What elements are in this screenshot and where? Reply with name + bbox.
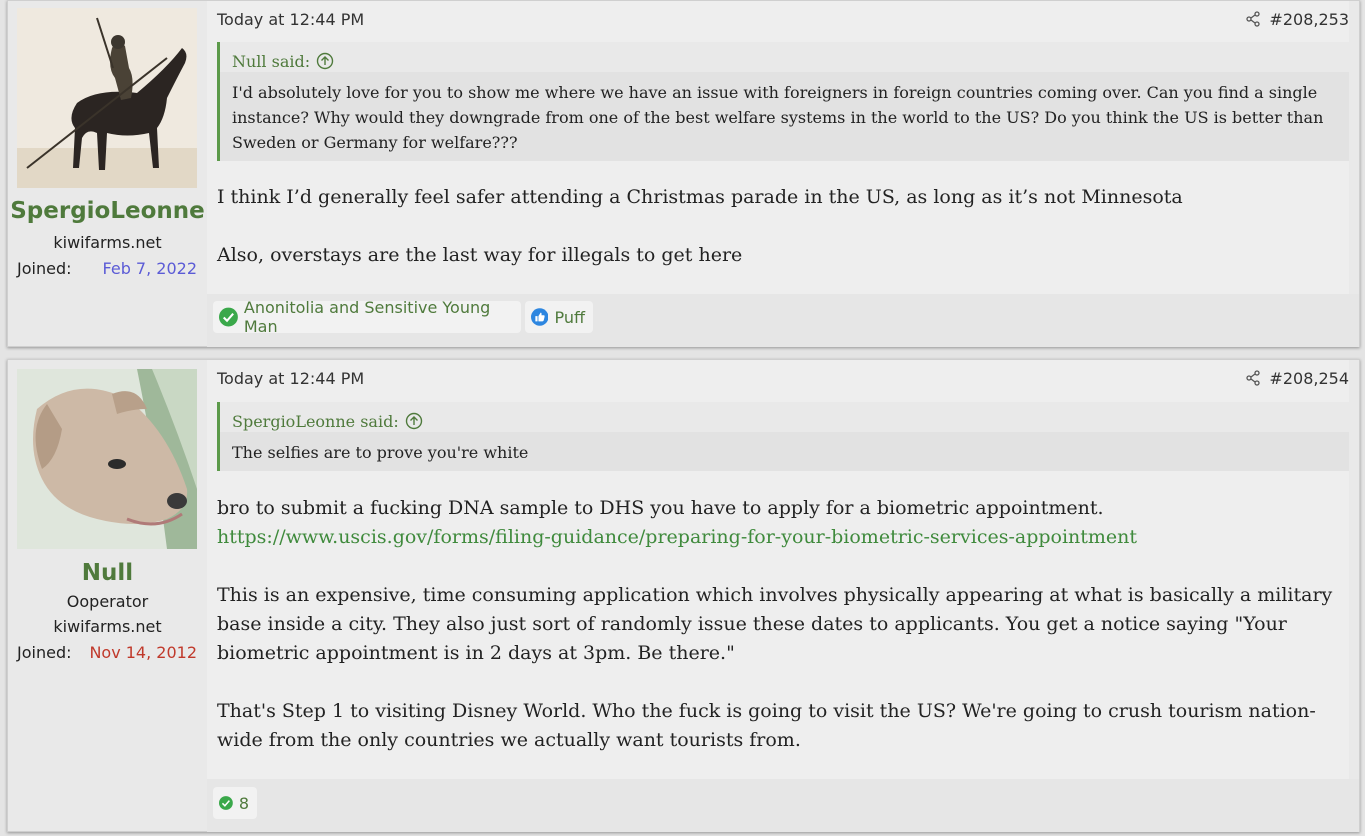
post-208253: SpergioLeonne kiwifarms.net Joined: Feb … bbox=[7, 0, 1360, 347]
post-body: bro to submit a fucking DNA sample to DH… bbox=[217, 494, 1339, 755]
quote-author[interactable]: SpergioLeonne said: bbox=[232, 412, 399, 431]
post-number[interactable]: #208,254 bbox=[1269, 369, 1349, 388]
user-title: Ooperator bbox=[66, 592, 149, 611]
share-icon[interactable] bbox=[1245, 370, 1261, 386]
joined-date: Feb 7, 2022 bbox=[102, 259, 197, 278]
uscis-link[interactable]: https://www.uscis.gov/forms/filing-guida… bbox=[217, 526, 1137, 548]
body-paragraph: That's Step 1 to visiting Disney World. … bbox=[217, 700, 1316, 751]
username[interactable]: Null bbox=[8, 560, 207, 586]
quote-text: I'd absolutely love for you to show me w… bbox=[220, 72, 1349, 161]
quote-header[interactable]: Null said: bbox=[220, 42, 1349, 72]
reaction-users[interactable]: Puff bbox=[554, 308, 585, 327]
quote-author[interactable]: Null said: bbox=[232, 52, 310, 71]
quote-block: Null said: I'd absolutely love for you t… bbox=[217, 42, 1349, 161]
reaction-bar: 8 bbox=[207, 779, 1359, 832]
quote-block: SpergioLeonne said: The selfies are to p… bbox=[217, 402, 1349, 471]
check-icon bbox=[219, 307, 238, 327]
user-pane: Null Ooperator kiwifarms.net Joined: Nov… bbox=[8, 360, 207, 831]
body-paragraph: I think I’d generally feel safer attendi… bbox=[217, 186, 1183, 208]
quote-text: The selfies are to prove you're white bbox=[220, 432, 1349, 471]
share-icon[interactable] bbox=[1245, 11, 1261, 27]
joined-label: Joined: bbox=[17, 259, 72, 278]
body-paragraph: bro to submit a fucking DNA sample to DH… bbox=[217, 497, 1104, 519]
joined-date: Nov 14, 2012 bbox=[89, 643, 197, 662]
reaction-summary-check[interactable]: 8 bbox=[213, 787, 257, 819]
post-date[interactable]: Today at 12:44 PM bbox=[217, 10, 364, 29]
quote-header[interactable]: SpergioLeonne said: bbox=[220, 402, 1349, 432]
body-paragraph: Also, overstays are the last way for ill… bbox=[217, 244, 743, 266]
post-main: Today at 12:44 PM #208,254 SpergioLeonne… bbox=[207, 360, 1349, 779]
post-208254: Null Ooperator kiwifarms.net Joined: Nov… bbox=[7, 359, 1360, 832]
reaction-summary-like[interactable]: Puff bbox=[525, 301, 593, 333]
post-number[interactable]: #208,253 bbox=[1269, 10, 1349, 29]
reaction-summary-check[interactable]: Anonitolia and Sensitive Young Man bbox=[213, 298, 521, 336]
thumbs-up-icon bbox=[531, 308, 549, 326]
reaction-users[interactable]: Anonitolia and Sensitive Young Man bbox=[244, 298, 513, 336]
user-site: kiwifarms.net bbox=[53, 233, 162, 252]
avatar[interactable] bbox=[17, 8, 197, 188]
user-pane: SpergioLeonne kiwifarms.net Joined: Feb … bbox=[8, 1, 207, 346]
body-paragraph: This is an expensive, time consuming app… bbox=[217, 584, 1333, 664]
post-body: I think I’d generally feel safer attendi… bbox=[217, 183, 1339, 270]
check-icon bbox=[219, 796, 233, 810]
avatar[interactable] bbox=[17, 369, 197, 549]
arrow-up-circle-icon[interactable] bbox=[316, 52, 334, 74]
arrow-up-circle-icon[interactable] bbox=[405, 412, 423, 434]
user-site: kiwifarms.net bbox=[53, 617, 162, 636]
reaction-count[interactable]: 8 bbox=[239, 794, 249, 813]
reaction-bar: Anonitolia and Sensitive Young Man Puff bbox=[207, 294, 1359, 347]
post-date[interactable]: Today at 12:44 PM bbox=[217, 369, 364, 388]
post-main: Today at 12:44 PM #208,253 Null said: I'… bbox=[207, 1, 1349, 294]
joined-label: Joined: bbox=[17, 643, 72, 662]
username[interactable]: SpergioLeonne bbox=[8, 198, 207, 224]
